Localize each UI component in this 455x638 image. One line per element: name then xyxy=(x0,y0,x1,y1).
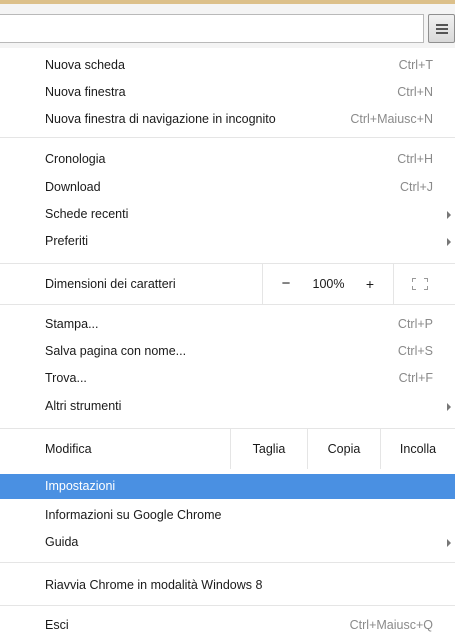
menu-item-recent-tabs[interactable]: Schede recenti xyxy=(0,202,455,227)
menu-item-label: Esci xyxy=(45,618,69,632)
shortcut-text: Ctrl+Maiusc+Q xyxy=(349,618,433,632)
menu-separator xyxy=(0,562,455,563)
cut-button[interactable]: Taglia xyxy=(231,429,307,469)
menu-item-history[interactable]: Cronologia Ctrl+H xyxy=(0,147,455,172)
hamburger-icon xyxy=(436,32,448,34)
address-bar[interactable] xyxy=(0,14,424,43)
menu-item-label: Nuova finestra xyxy=(45,85,126,99)
menu-item-label: Preferiti xyxy=(45,234,89,248)
chevron-right-icon xyxy=(447,211,451,219)
menu-item-save-page-as[interactable]: Salva pagina con nome... Ctrl+S xyxy=(0,339,455,364)
shortcut-text: Ctrl+H xyxy=(397,152,433,166)
menu-item-label: Stampa... xyxy=(45,317,99,331)
menu-separator xyxy=(0,304,455,305)
chrome-menu-button[interactable] xyxy=(428,14,455,43)
chevron-right-icon xyxy=(447,403,451,411)
menu-item-label: Trova... xyxy=(45,371,87,385)
shortcut-text: Ctrl+N xyxy=(397,85,433,99)
menu-item-label: Altri strumenti xyxy=(45,399,122,413)
menu-item-bookmarks[interactable]: Preferiti xyxy=(0,229,455,254)
browser-toolbar xyxy=(0,0,455,48)
menu-item-print[interactable]: Stampa... Ctrl+P xyxy=(0,312,455,337)
menu-item-label: Salva pagina con nome... xyxy=(45,344,187,358)
menu-item-new-tab[interactable]: Nuova scheda Ctrl+T xyxy=(0,53,455,78)
paste-button[interactable]: Incolla xyxy=(381,429,455,469)
chrome-menu: Nuova scheda Ctrl+T Nuova finestra Ctrl+… xyxy=(0,48,455,637)
menu-item-new-window[interactable]: Nuova finestra Ctrl+N xyxy=(0,80,455,105)
hamburger-icon xyxy=(436,28,448,30)
hamburger-icon xyxy=(436,24,448,26)
vertical-divider xyxy=(393,264,394,304)
vertical-divider xyxy=(262,264,263,304)
menu-item-label: Informazioni su Google Chrome xyxy=(45,508,222,522)
fullscreen-icon[interactable] xyxy=(412,278,428,290)
menu-item-find[interactable]: Trova... Ctrl+F xyxy=(0,366,455,391)
chevron-right-icon xyxy=(447,238,451,246)
shortcut-text: Ctrl+P xyxy=(397,317,433,331)
menu-item-settings[interactable]: Impostazioni xyxy=(0,474,455,499)
shortcut-text: Ctrl+Maiusc+N xyxy=(350,112,433,126)
zoom-row: Dimensioni dei caratteri − 100% + xyxy=(0,264,455,304)
menu-item-label: Nuova finestra di navigazione in incogni… xyxy=(45,112,276,126)
menu-item-help[interactable]: Guida xyxy=(0,530,455,555)
menu-item-downloads[interactable]: Download Ctrl+J xyxy=(0,175,455,200)
menu-item-label: Riavvia Chrome in modalità Windows 8 xyxy=(45,578,263,592)
zoom-label: Dimensioni dei caratteri xyxy=(45,277,176,291)
zoom-in-button[interactable]: + xyxy=(360,264,380,304)
menu-separator xyxy=(0,137,455,138)
copy-button[interactable]: Copia xyxy=(308,429,380,469)
chevron-right-icon xyxy=(447,539,451,547)
edit-row: Modifica Taglia Copia Incolla xyxy=(0,429,455,469)
menu-item-label: Schede recenti xyxy=(45,207,129,221)
shortcut-text: Ctrl+S xyxy=(397,344,433,358)
menu-item-relaunch-windows8[interactable]: Riavvia Chrome in modalità Windows 8 xyxy=(0,573,455,598)
edit-label: Modifica xyxy=(45,442,92,456)
menu-item-label: Impostazioni xyxy=(45,479,116,493)
menu-item-more-tools[interactable]: Altri strumenti xyxy=(0,394,455,419)
shortcut-text: Ctrl+T xyxy=(398,58,433,72)
zoom-out-button[interactable]: − xyxy=(276,264,296,304)
zoom-level: 100% xyxy=(312,277,345,291)
menu-item-label: Guida xyxy=(45,535,79,549)
shortcut-text: Ctrl+J xyxy=(400,180,433,194)
menu-separator xyxy=(0,605,455,606)
menu-item-label: Download xyxy=(45,180,101,194)
menu-item-label: Cronologia xyxy=(45,152,106,166)
menu-item-about-chrome[interactable]: Informazioni su Google Chrome xyxy=(0,503,455,528)
menu-item-new-incognito-window[interactable]: Nuova finestra di navigazione in incogni… xyxy=(0,107,455,132)
menu-item-label: Nuova scheda xyxy=(45,58,125,72)
shortcut-text: Ctrl+F xyxy=(398,371,433,385)
menu-item-exit[interactable]: Esci Ctrl+Maiusc+Q xyxy=(0,613,455,638)
